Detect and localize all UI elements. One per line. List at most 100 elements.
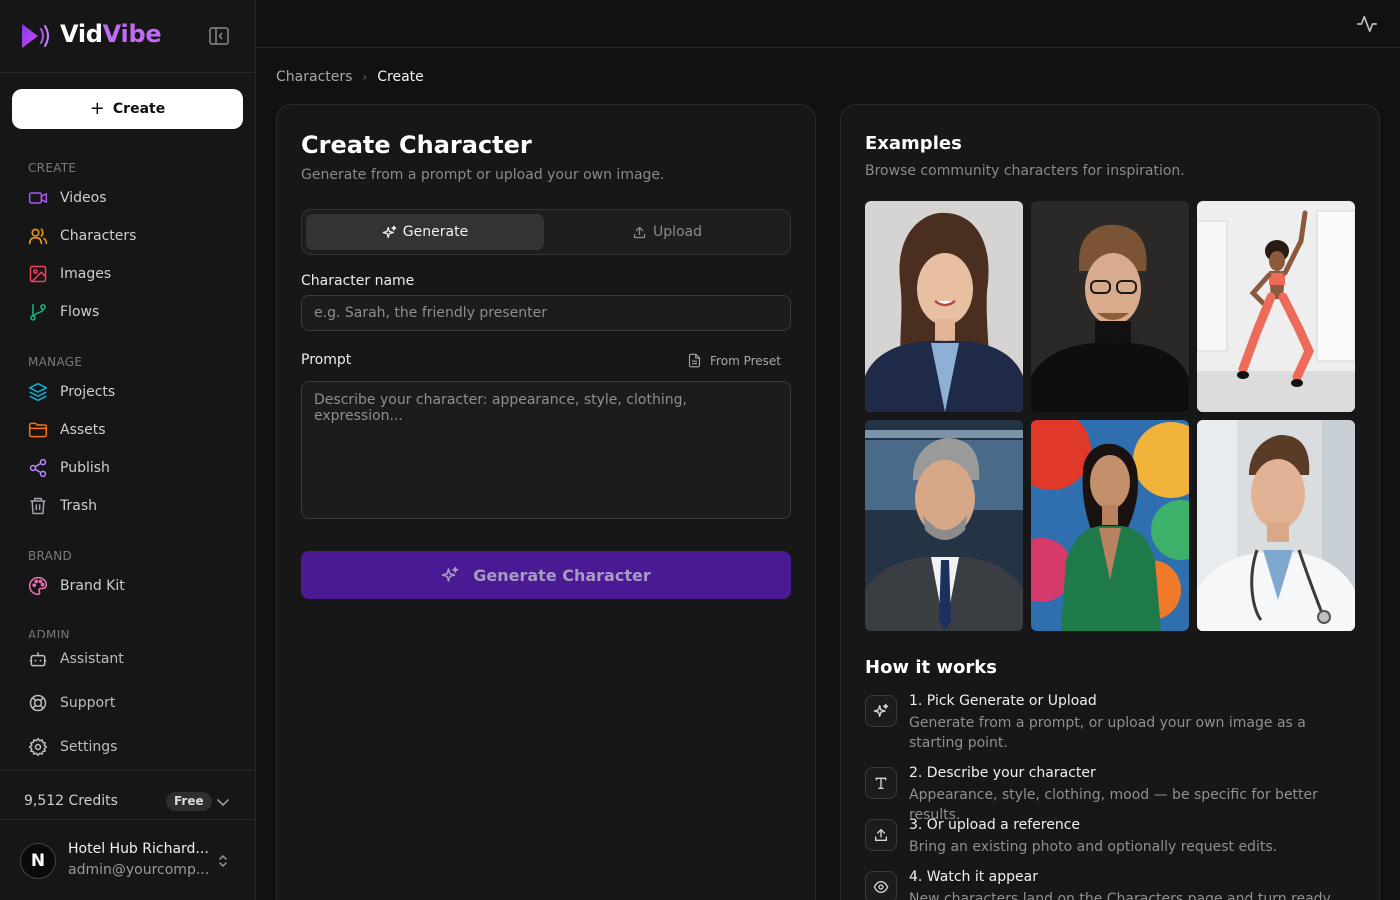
breadcrumb-characters[interactable]: Characters	[276, 69, 352, 85]
examples-grid	[865, 201, 1355, 631]
plan-badge: Free	[166, 792, 212, 811]
example-thumbnail-woman-navy-blazer[interactable]	[865, 201, 1023, 412]
chevron-down-icon[interactable]	[216, 795, 230, 809]
prompt-textarea[interactable]	[301, 381, 791, 519]
breadcrumb: Characters › Create	[276, 69, 424, 85]
sidebar-item-label: Settings	[60, 739, 118, 755]
sidebar: VidVibe + Create CREATE Videos Character…	[0, 0, 256, 900]
step-description: Generate from a prompt, or upload your o…	[909, 715, 1306, 751]
plus-icon: +	[89, 98, 105, 119]
sidebar-item-videos[interactable]: Videos	[16, 182, 240, 214]
example-image	[865, 201, 1023, 412]
share-icon	[29, 458, 47, 478]
character-name-label: Character name	[301, 273, 415, 289]
step-title: 2. Describe your character	[909, 765, 1096, 781]
mode-tabs: Generate Upload	[301, 209, 791, 255]
sidebar-collapse-icon[interactable]	[208, 26, 230, 46]
how-it-works-title: How it works	[865, 657, 997, 678]
example-thumbnail-man-suit[interactable]	[865, 420, 1023, 631]
tab-generate-label: Generate	[402, 224, 469, 240]
step-title: 1. Pick Generate or Upload	[909, 693, 1097, 709]
git-branch-icon	[30, 303, 46, 321]
type-icon	[865, 767, 897, 799]
chevrons-up-down-icon[interactable]	[216, 852, 230, 870]
examples-panel: Examples Browse community characters for…	[840, 104, 1380, 900]
admin-label-clip: ADMIN	[0, 626, 255, 638]
sidebar-item-assistant[interactable]: Assistant	[16, 643, 240, 675]
sidebar-item-label: Assets	[60, 422, 106, 438]
sidebar-item-flows[interactable]: Flows	[16, 296, 240, 328]
sidebar-item-label: Brand Kit	[60, 578, 125, 594]
create-button[interactable]: + Create	[12, 89, 243, 129]
page-title: Create Character	[301, 131, 532, 159]
page-subtitle: Generate from a prompt or upload your ow…	[301, 167, 665, 183]
sidebar-item-label: Trash	[60, 498, 97, 514]
sidebar-item-settings[interactable]: Settings	[16, 731, 240, 763]
example-image	[1197, 420, 1355, 631]
sidebar-item-brand-kit[interactable]: Brand Kit	[16, 570, 240, 602]
avatar: N	[20, 843, 56, 879]
credits-bar[interactable]: 9,512 Credits Free	[0, 770, 255, 820]
create-button-label: Create	[112, 101, 166, 117]
brand-header: VidVibe	[0, 0, 255, 73]
user-menu[interactable]: N Hotel Hub Richard... admin@yourcomp...	[0, 821, 255, 900]
app-root: VidVibe + Create CREATE Videos Character…	[0, 0, 1400, 900]
lifebuoy-icon	[29, 694, 47, 712]
upload-icon	[633, 226, 646, 238]
examples-subtitle: Browse community characters for inspirat…	[865, 163, 1185, 179]
gear-icon	[28, 737, 48, 757]
users-icon	[28, 228, 48, 245]
tab-upload[interactable]: Upload	[548, 214, 786, 250]
section-label-brand: BRAND	[28, 549, 73, 563]
example-image	[1031, 201, 1189, 412]
sidebar-item-label: Flows	[60, 304, 100, 320]
sidebar-item-label: Support	[60, 695, 116, 711]
generate-character-button[interactable]: Generate Character	[301, 551, 791, 599]
step-description: Bring an existing photo and optionally r…	[909, 839, 1278, 855]
generate-character-label: Generate Character	[473, 565, 651, 585]
example-thumbnail-doctor[interactable]	[1197, 420, 1355, 631]
prompt-label: Prompt	[301, 352, 352, 368]
section-label-admin: ADMIN	[28, 628, 70, 638]
examples-title: Examples	[865, 133, 962, 154]
logo-icon	[22, 24, 49, 48]
user-name: Hotel Hub Richard...	[68, 841, 209, 857]
tab-generate[interactable]: Generate	[306, 214, 544, 250]
step-description: New characters land on the Characters pa…	[909, 891, 1331, 900]
upload-icon	[865, 819, 897, 851]
example-image	[865, 420, 1023, 631]
sidebar-item-label: Images	[60, 266, 112, 282]
trash-icon	[30, 497, 46, 515]
sidebar-item-assets[interactable]: Assets	[16, 414, 240, 446]
sidebar-item-trash[interactable]: Trash	[16, 490, 240, 522]
sidebar-item-publish[interactable]: Publish	[16, 452, 240, 484]
layers-icon	[28, 382, 48, 402]
sparkles-icon	[382, 225, 397, 238]
from-preset-label: From Preset	[710, 353, 781, 368]
from-preset-button[interactable]: From Preset	[687, 353, 781, 368]
tab-upload-label: Upload	[652, 224, 703, 240]
section-label-manage: MANAGE	[28, 355, 83, 369]
sidebar-item-support[interactable]: Support	[16, 687, 240, 719]
step-title: 3. Or upload a reference	[909, 817, 1081, 833]
section-label-create: CREATE	[28, 161, 77, 175]
example-image	[1197, 201, 1355, 412]
image-icon	[29, 265, 47, 283]
activity-icon[interactable]	[1356, 13, 1378, 35]
sidebar-item-characters[interactable]: Characters	[16, 220, 240, 252]
character-name-input[interactable]	[301, 295, 791, 331]
bot-icon	[29, 652, 47, 667]
example-image	[1031, 420, 1189, 631]
example-thumbnail-woman-green-blazer[interactable]	[1031, 420, 1189, 631]
user-email: admin@yourcomp...	[68, 862, 210, 878]
video-icon	[28, 192, 48, 204]
sidebar-item-projects[interactable]: Projects	[16, 376, 240, 408]
sidebar-item-label: Publish	[60, 460, 110, 476]
sparkles-icon	[442, 566, 459, 582]
example-thumbnail-man-glasses[interactable]	[1031, 201, 1189, 412]
credits-count: 9,512 Credits	[24, 793, 118, 809]
app-name: VidVibe	[60, 20, 162, 48]
example-thumbnail-woman-fitness[interactable]	[1197, 201, 1355, 412]
sidebar-item-images[interactable]: Images	[16, 258, 240, 290]
sidebar-item-label: Projects	[60, 384, 116, 400]
